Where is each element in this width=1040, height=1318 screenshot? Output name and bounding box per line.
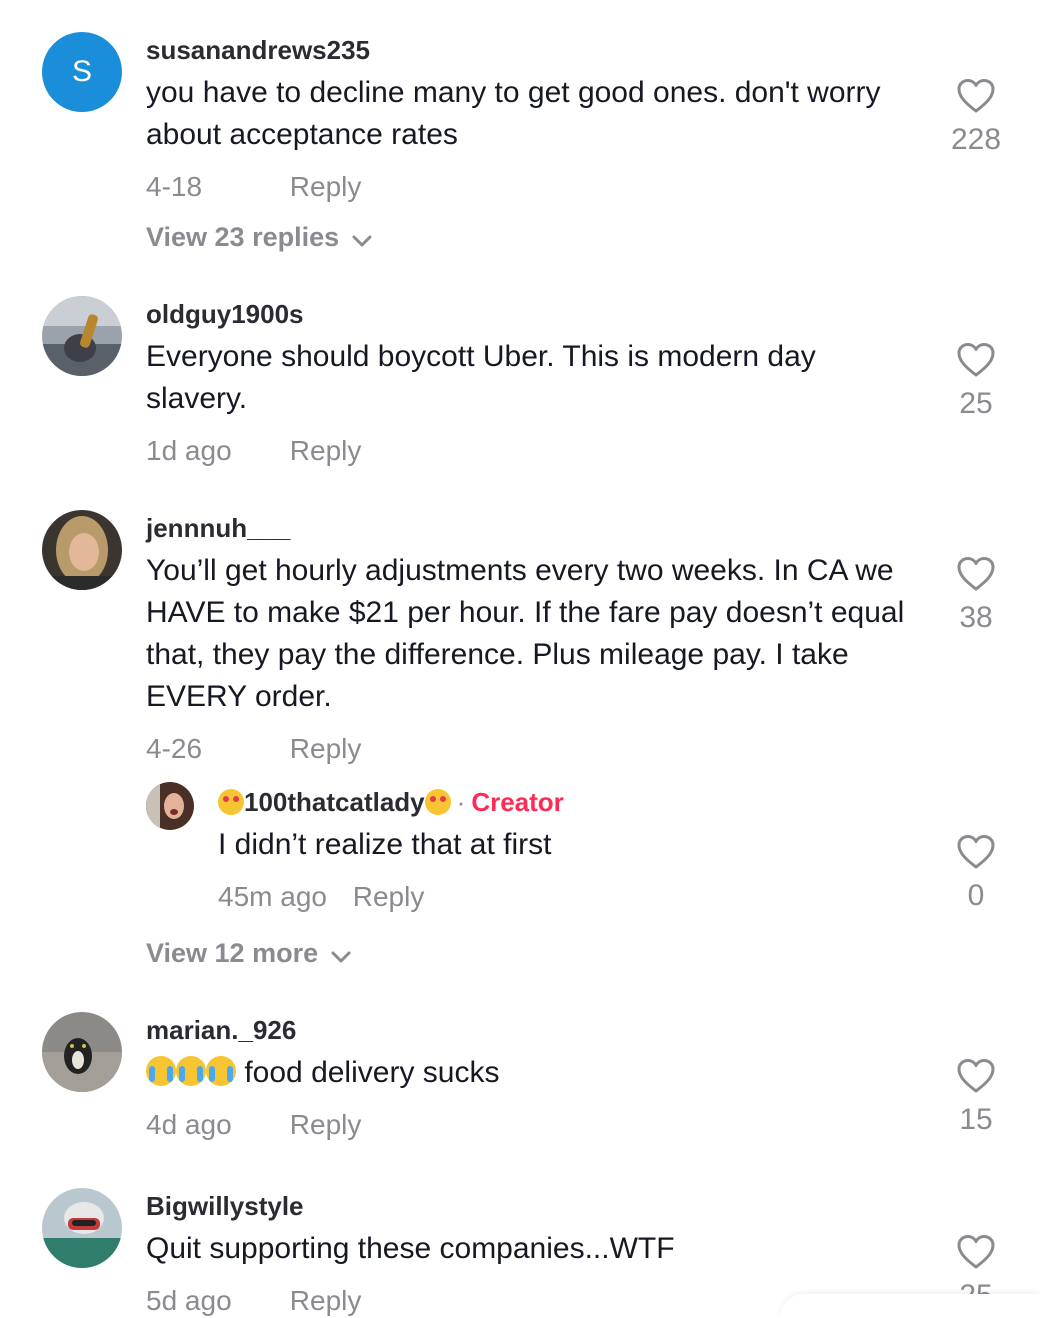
avatar[interactable] — [42, 510, 122, 590]
heart-outline-icon — [957, 835, 995, 869]
comment-text-row: food delivery sucks — [146, 1052, 906, 1094]
like-count: 25 — [959, 387, 993, 420]
reply-button[interactable]: Reply — [353, 881, 425, 912]
reply-meta: 45m ago Reply — [218, 880, 908, 914]
reply-button[interactable]: Reply — [290, 733, 362, 764]
comment-meta: 4d ago Reply — [146, 1108, 906, 1142]
reply-username-row: 100thatcatlady · Creator — [218, 786, 908, 818]
comment-username[interactable]: susanandrews235 — [146, 34, 906, 66]
avatar-photo — [42, 1188, 122, 1268]
bottom-sheet-edge — [780, 1294, 1040, 1318]
comment-text: You’ll get hourly adjustments every two … — [146, 554, 905, 713]
avatar[interactable] — [42, 296, 122, 376]
like-button[interactable]: 38 — [940, 556, 1012, 636]
comment-username[interactable]: Bigwillystyle — [146, 1190, 906, 1222]
view-replies-button[interactable]: View 23 replies — [146, 220, 373, 256]
avatar-photo — [42, 1012, 122, 1092]
reply-username[interactable]: 100thatcatlady — [244, 787, 425, 817]
crying-face-emoji — [206, 1056, 236, 1086]
heart-outline-icon — [957, 557, 995, 591]
comment-time: 4d ago — [146, 1109, 232, 1140]
comment-meta: 4-26 Reply — [146, 732, 906, 766]
heart-eyes-cat-emoji — [218, 789, 244, 815]
comment-text: Everyone should boycott Uber. This is mo… — [146, 340, 816, 415]
crying-face-emoji — [176, 1056, 206, 1086]
reply-button[interactable]: Reply — [290, 435, 362, 466]
like-button[interactable]: 25 — [940, 342, 1012, 422]
reply-time: 45m ago — [218, 881, 327, 912]
avatar-photo — [146, 782, 194, 830]
avatar[interactable]: S — [42, 32, 122, 112]
comment-username[interactable]: jennnuh___ — [146, 512, 906, 544]
heart-outline-icon — [957, 79, 995, 113]
comment-meta: 4-18 Reply — [146, 170, 906, 204]
like-count: 0 — [967, 879, 985, 912]
comment-time: 4-18 — [146, 171, 203, 202]
view-more-button[interactable]: View 12 more — [146, 936, 352, 972]
like-button[interactable]: 0 — [940, 834, 1012, 914]
comment-time: 1d ago — [146, 435, 232, 466]
avatar[interactable] — [42, 1188, 122, 1268]
heart-outline-icon — [957, 343, 995, 377]
like-button[interactable]: 15 — [940, 1058, 1012, 1138]
comment-text: food delivery sucks — [244, 1056, 500, 1089]
avatar-photo — [42, 296, 122, 376]
comment-meta: 1d ago Reply — [146, 434, 906, 468]
like-button[interactable]: 228 — [940, 78, 1012, 158]
reply-button[interactable]: Reply — [290, 171, 362, 202]
chevron-down-icon — [351, 222, 373, 256]
crying-face-emoji — [146, 1056, 176, 1086]
creator-badge: Creator — [471, 787, 564, 817]
comment-username[interactable]: oldguy1900s — [146, 298, 906, 330]
comment-text: you have to decline many to get good one… — [146, 76, 881, 151]
reply-button[interactable]: Reply — [290, 1285, 362, 1316]
heart-eyes-cat-emoji — [424, 789, 451, 815]
comment-username[interactable]: marian._926 — [146, 1014, 906, 1046]
comment-text: Quit supporting these companies...WTF — [146, 1232, 675, 1265]
comment-time: 4-26 — [146, 733, 203, 764]
avatar[interactable] — [42, 1012, 122, 1092]
heart-outline-icon — [957, 1235, 995, 1269]
reply-button[interactable]: Reply — [290, 1109, 362, 1140]
heart-outline-icon — [957, 1059, 995, 1093]
like-count: 228 — [950, 123, 1002, 156]
like-count: 15 — [959, 1103, 993, 1136]
comment-time: 5d ago — [146, 1285, 232, 1316]
reply-text: I didn’t realize that at first — [218, 828, 552, 861]
avatar-photo — [42, 510, 122, 590]
like-count: 38 — [959, 601, 993, 634]
chevron-down-icon — [330, 938, 352, 972]
avatar[interactable] — [146, 782, 194, 830]
